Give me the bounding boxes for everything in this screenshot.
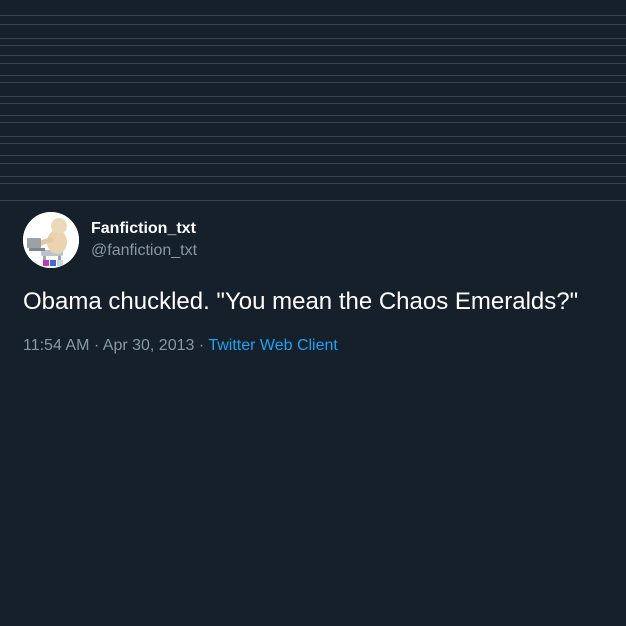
divider-line bbox=[0, 24, 626, 25]
tweet-text: Obama chuckled. "You mean the Chaos Emer… bbox=[23, 288, 579, 315]
header-rule-band bbox=[0, 0, 626, 205]
avatar[interactable] bbox=[23, 212, 79, 268]
divider-line bbox=[0, 55, 626, 56]
divider-line bbox=[0, 75, 626, 76]
divider-line bbox=[0, 63, 626, 64]
divider-line bbox=[0, 155, 626, 156]
divider-line bbox=[0, 200, 626, 201]
tweet-header: Fanfiction_txt @fanfiction_txt bbox=[23, 212, 619, 268]
divider-line bbox=[0, 163, 626, 164]
divider-line bbox=[0, 122, 626, 123]
meta-separator: · bbox=[93, 337, 100, 354]
tweet-source-link[interactable]: Twitter Web Client bbox=[208, 337, 338, 354]
figure-at-laptop-avatar-icon bbox=[23, 212, 79, 268]
divider-line bbox=[0, 176, 626, 177]
divider-line bbox=[0, 45, 626, 46]
divider-line bbox=[0, 96, 626, 97]
divider-line bbox=[0, 183, 626, 184]
tweet-meta: 11:54 AM · Apr 30, 2013 · Twitter Web Cl… bbox=[23, 336, 619, 356]
divider-line bbox=[0, 15, 626, 16]
tweet-date[interactable]: Apr 30, 2013 bbox=[103, 337, 195, 354]
meta-separator: · bbox=[198, 337, 205, 354]
divider-line bbox=[0, 115, 626, 116]
divider-line bbox=[0, 143, 626, 144]
tweet-time[interactable]: 11:54 AM bbox=[23, 337, 89, 354]
user-info: Fanfiction_txt @fanfiction_txt bbox=[91, 219, 197, 261]
divider-line bbox=[0, 136, 626, 137]
divider-line bbox=[0, 38, 626, 39]
divider-line bbox=[0, 82, 626, 83]
divider-line bbox=[0, 103, 626, 104]
user-handle[interactable]: @fanfiction_txt bbox=[91, 241, 197, 261]
tweet: Fanfiction_txt @fanfiction_txt Obama chu… bbox=[23, 212, 619, 356]
display-name[interactable]: Fanfiction_txt bbox=[91, 219, 197, 239]
